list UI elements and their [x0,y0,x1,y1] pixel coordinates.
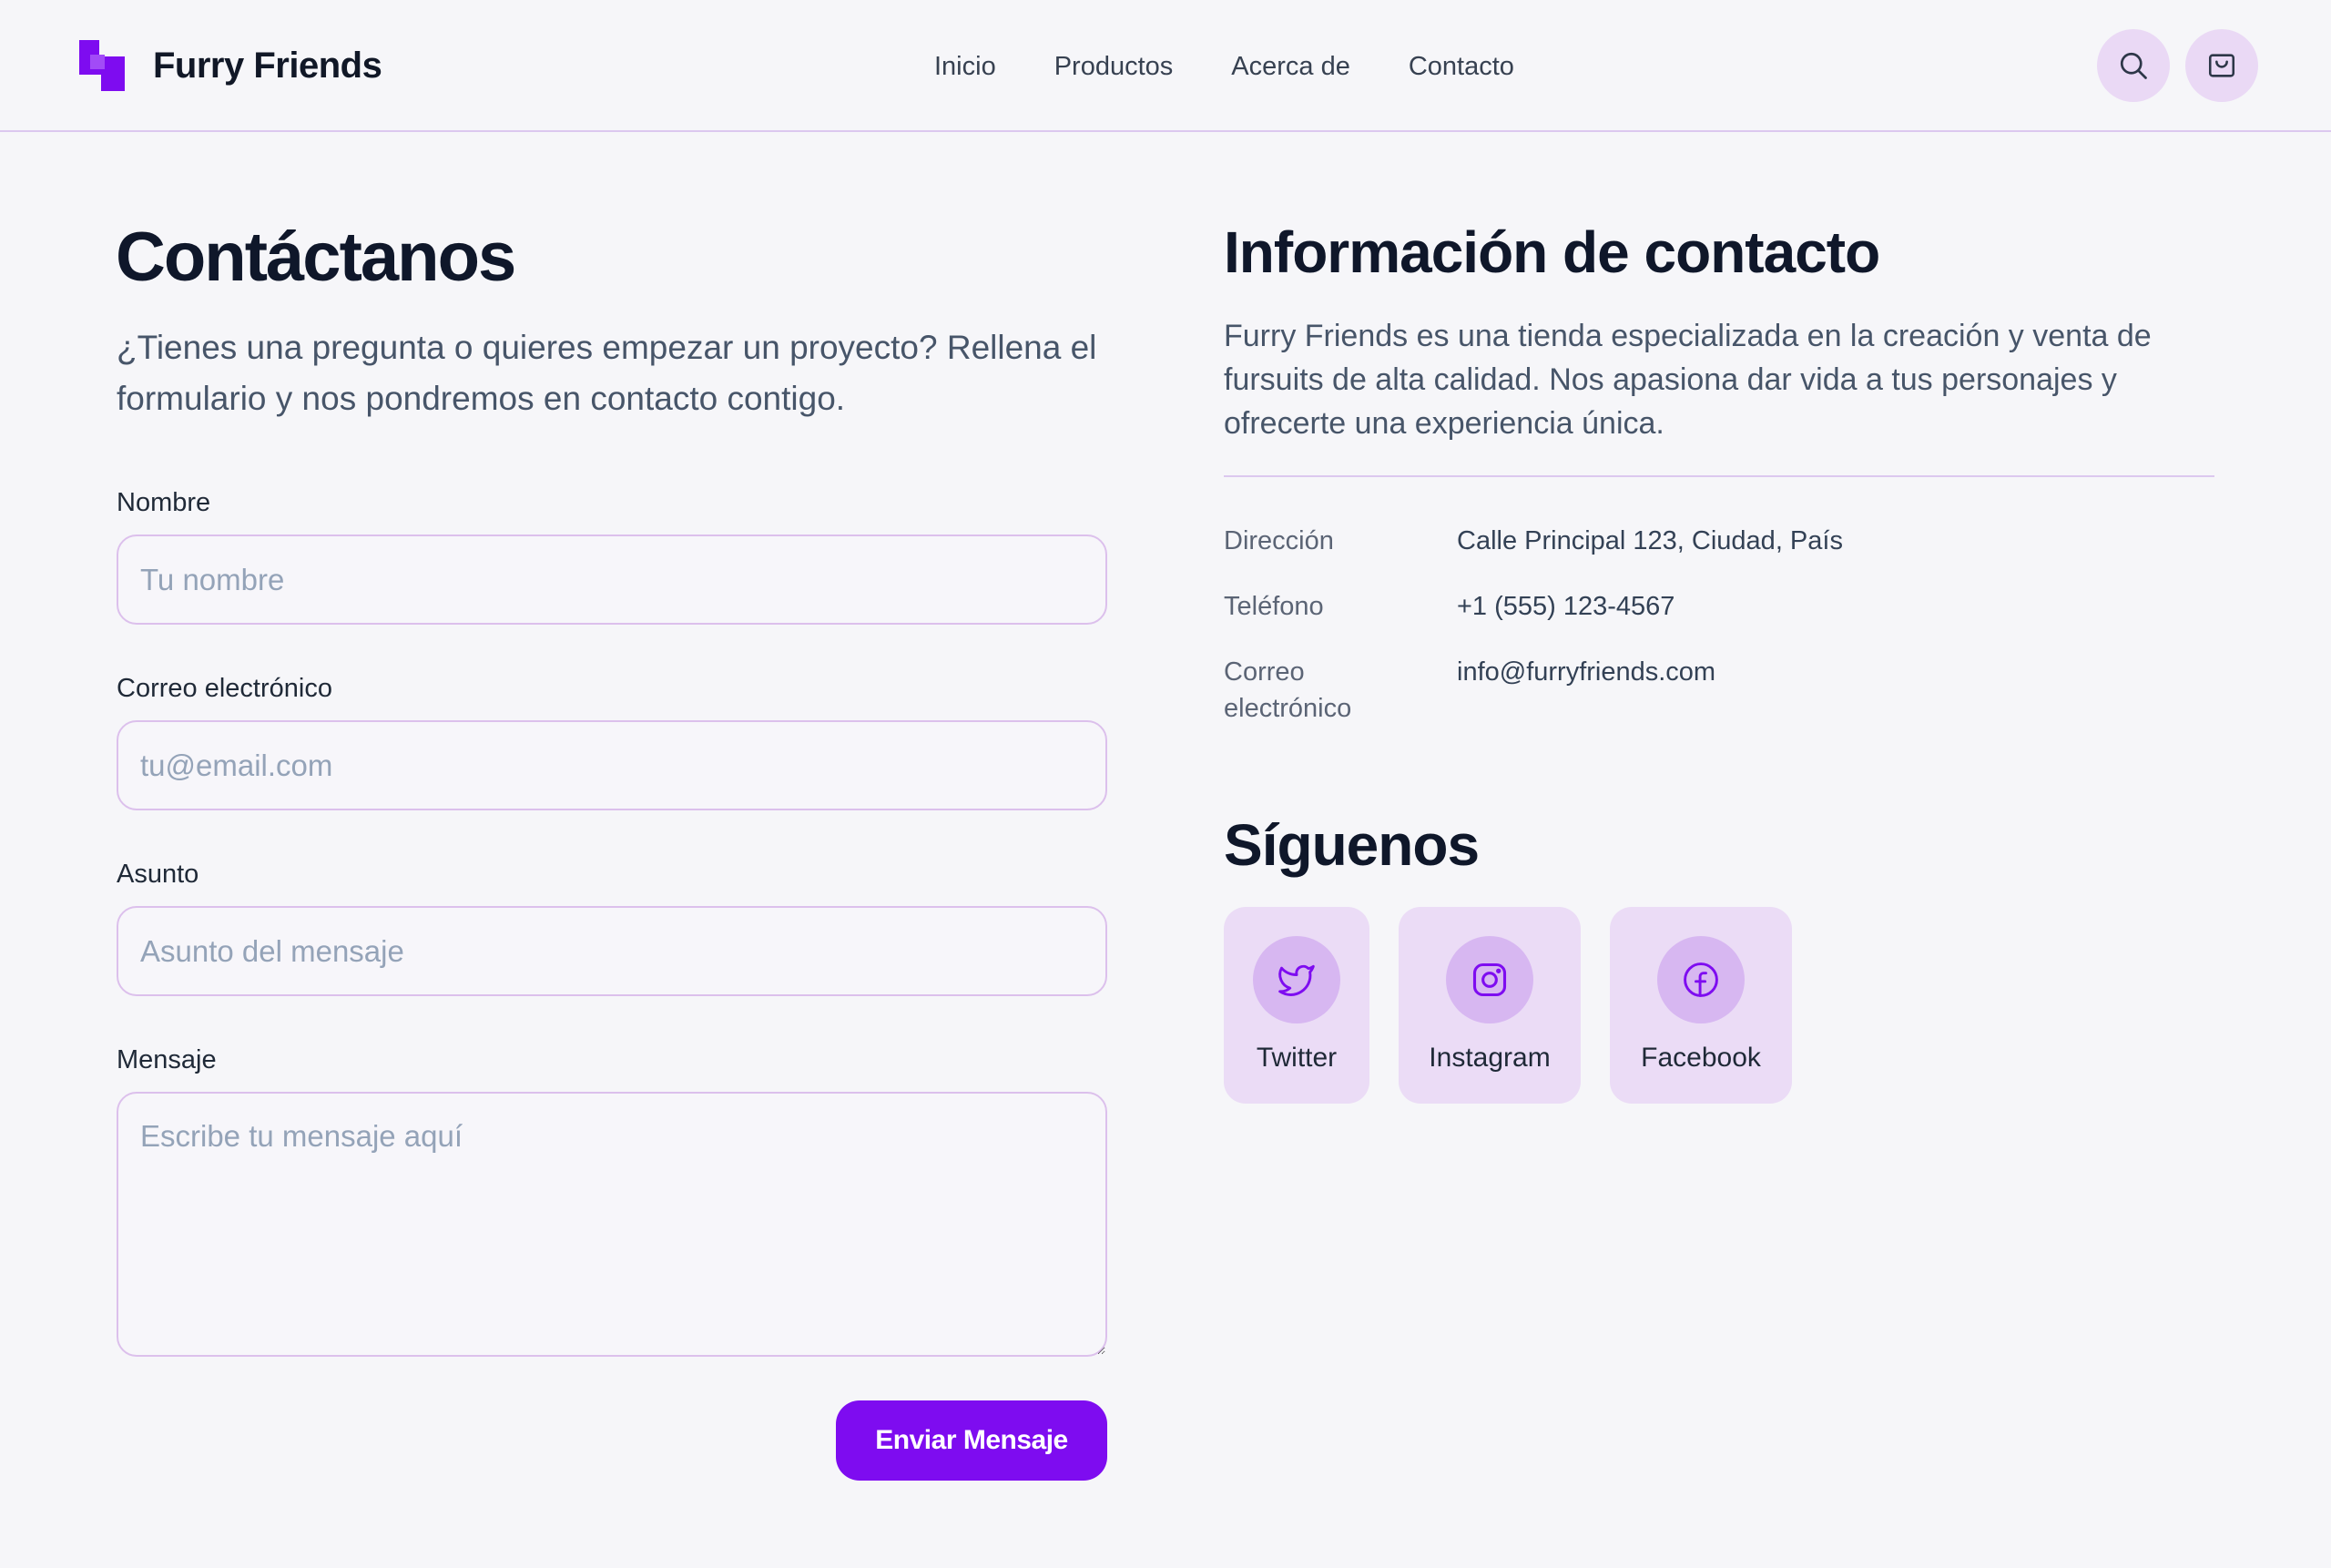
facebook-label: Facebook [1641,1043,1761,1073]
nav-link-inicio[interactable]: Inicio [934,48,996,85]
phone-key: Teléfono [1224,592,1324,621]
nav-link-acerca-de[interactable]: Acerca de [1231,48,1350,85]
instagram-label: Instagram [1429,1043,1551,1073]
send-message-button[interactable]: Enviar Mensaje [836,1400,1107,1481]
cart-button[interactable] [2185,29,2258,102]
subject-label: Asunto [117,860,199,889]
nav-link-contacto[interactable]: Contacto [1409,48,1514,85]
twitter-icon [1278,964,1315,996]
social-link-facebook[interactable]: Facebook [1610,907,1792,1104]
follow-title: Síguenos [1224,812,1480,878]
facebook-icon [1684,962,1718,997]
address-value: Calle Principal 123, Ciudad, País [1457,526,1843,555]
search-button[interactable] [2097,29,2170,102]
name-input[interactable] [117,535,1107,625]
email-value[interactable]: info@furryfriends.com [1457,654,1715,690]
divider [1224,475,2214,477]
address-key: Dirección [1224,526,1334,555]
social-link-instagram[interactable]: Instagram [1399,907,1581,1104]
email-label: Correo electrónico [117,674,332,703]
email-key: Correo electrónico [1224,657,1352,723]
site-header: Furry Friends Inicio Productos Acerca de… [0,0,2331,132]
brand-name[interactable]: Furry Friends [153,44,382,87]
message-label: Mensaje [117,1045,217,1074]
contact-info-title: Información de contacto [1224,219,1880,285]
page-title: Contáctanos [116,219,516,296]
twitter-icon-badge [1253,936,1340,1023]
nav-link-productos[interactable]: Productos [1054,48,1174,85]
page-subtitle: ¿Tienes una pregunta o quieres empezar u… [117,329,1097,417]
phone-value[interactable]: +1 (555) 123-4567 [1457,588,1674,625]
main-nav: Inicio Productos Acerca de Contacto [934,48,1514,85]
brand-logo-icon[interactable] [79,40,125,91]
shopping-bag-icon [2208,54,2235,77]
instagram-icon [1472,962,1507,997]
twitter-label: Twitter [1256,1043,1338,1073]
contact-info-description: Furry Friends es una tienda especializad… [1224,319,2152,441]
instagram-icon-badge [1446,936,1533,1023]
email-input[interactable] [117,720,1107,810]
name-label: Nombre [117,488,211,517]
search-icon [2120,52,2147,79]
message-textarea[interactable] [117,1092,1107,1357]
social-link-twitter[interactable]: Twitter [1224,907,1369,1104]
subject-input[interactable] [117,906,1107,996]
facebook-icon-badge [1657,936,1745,1023]
